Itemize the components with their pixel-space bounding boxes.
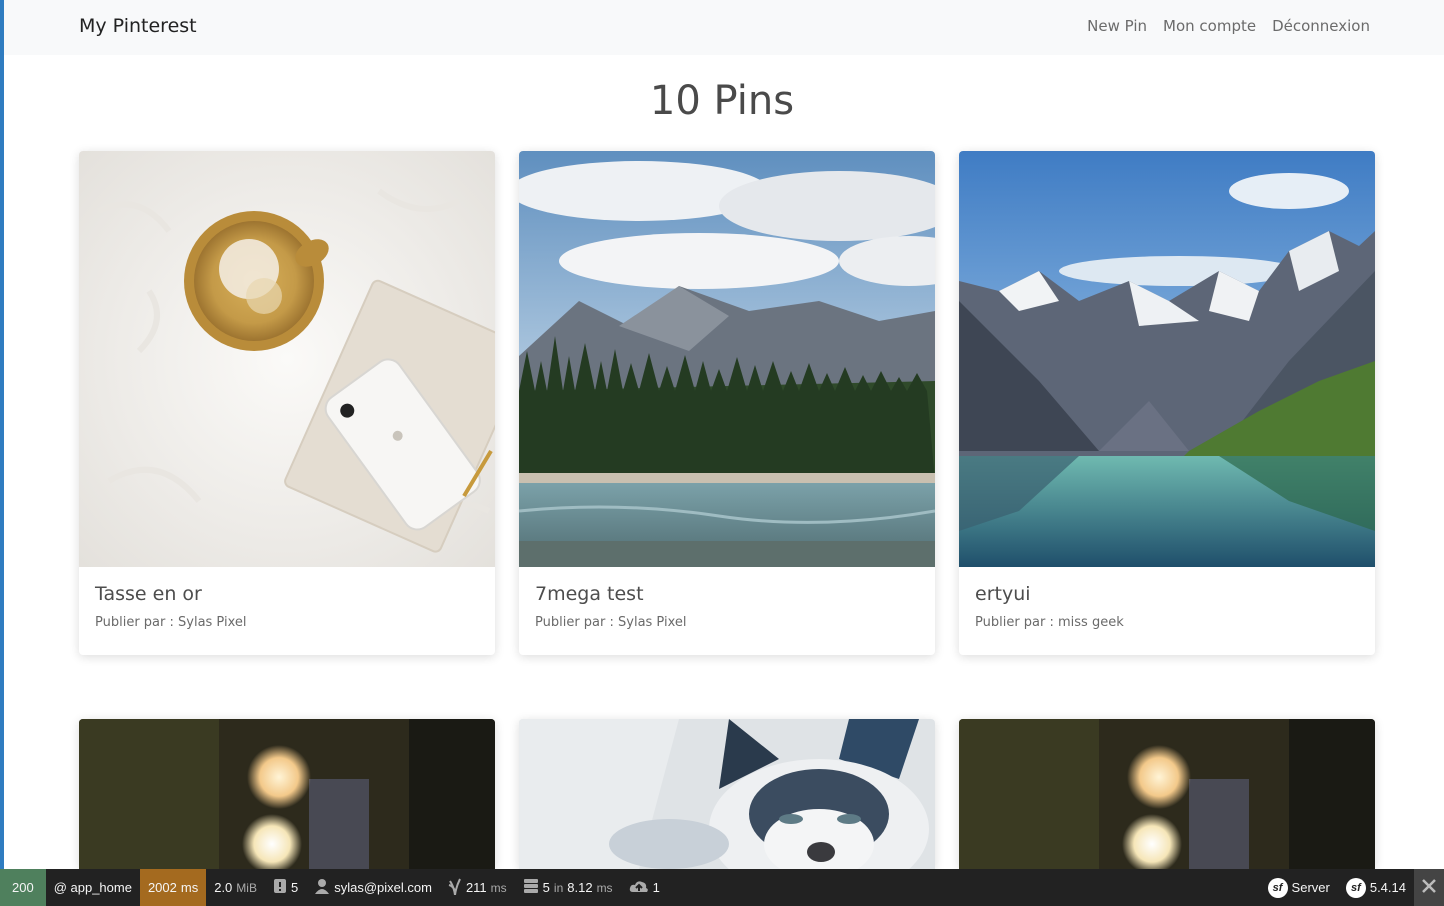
ajax-unit: ms — [490, 880, 507, 895]
close-icon — [1422, 879, 1436, 896]
user-email: sylas@pixel.com — [334, 880, 432, 895]
logs-icon — [273, 878, 287, 897]
pin-title[interactable]: Tasse en or — [95, 583, 479, 605]
memory-value: 2.0 — [214, 880, 233, 895]
route-name: @ app_home — [53, 880, 132, 895]
version-label: 5.4.14 — [1369, 880, 1406, 895]
pin-image-gold-cup[interactable] — [79, 151, 495, 567]
time-value: 2002 — [147, 880, 177, 895]
pin-author: Publier par : miss geek — [975, 615, 1124, 630]
ajax-value: 211 — [465, 880, 487, 895]
navbar: My Pinterest New Pin Mon compte Déconnex… — [4, 0, 1444, 55]
pin-card-body: 7mega test Publier par : Sylas Pixel — [519, 567, 935, 655]
route-info[interactable]: @ app_home — [46, 869, 140, 906]
memory-usage[interactable]: 2.0 MiB — [206, 869, 265, 906]
page-title: 10 Pins — [649, 78, 795, 124]
pin-card-body: Tasse en or Publier par : Sylas Pixel — [79, 567, 495, 655]
window-left-edge — [0, 0, 4, 906]
pin-card[interactable] — [79, 719, 495, 869]
symfony-logo-icon: sf — [1267, 877, 1288, 898]
debug-toolbar: 200 @ app_home 2002 ms 2.0 MiB 5 sylas@p… — [0, 869, 1444, 906]
toolbar-right: sf Server sf 5.4.14 — [1260, 869, 1444, 906]
nav-logout[interactable]: Déconnexion — [1272, 17, 1370, 35]
server-label: Server — [1291, 880, 1330, 895]
brand-logo[interactable]: My Pinterest — [79, 15, 197, 37]
twig-icon — [448, 877, 462, 898]
status-code-badge[interactable]: 200 — [0, 869, 46, 906]
pin-image-glacier-valley[interactable] — [959, 151, 1375, 567]
db-in: in — [553, 880, 564, 895]
database-panel[interactable]: 5 in 8.12 ms — [515, 869, 621, 906]
server-info[interactable]: sf Server — [1260, 869, 1338, 906]
cache-count: 1 — [652, 880, 660, 895]
nav-new-pin[interactable]: New Pin — [1087, 17, 1147, 35]
db-unit: ms — [596, 880, 613, 895]
pin-title[interactable]: ertyui — [975, 583, 1359, 605]
request-time[interactable]: 2002 ms — [139, 869, 207, 906]
nav-account[interactable]: Mon compte — [1163, 17, 1256, 35]
pin-card[interactable]: ertyui Publier par : miss geek — [959, 151, 1375, 655]
pin-image-bokeh[interactable] — [79, 719, 495, 869]
pin-title[interactable]: 7mega test — [535, 583, 919, 605]
pin-author: Publier par : Sylas Pixel — [535, 615, 687, 630]
pin-card[interactable] — [519, 719, 935, 869]
user-icon — [314, 878, 330, 897]
ajax-panel[interactable]: 211 ms — [440, 869, 515, 906]
memory-unit: MiB — [236, 880, 257, 895]
db-queries: 5 — [542, 880, 550, 895]
database-icon — [523, 878, 539, 897]
pin-image-cat[interactable] — [519, 719, 935, 869]
close-toolbar-button[interactable] — [1414, 869, 1444, 906]
pin-image-bokeh[interactable] — [959, 719, 1375, 869]
logs-count: 5 — [290, 880, 299, 895]
pin-author: Publier par : Sylas Pixel — [95, 615, 247, 630]
security-panel[interactable]: sylas@pixel.com — [306, 869, 440, 906]
status-code: 200 — [12, 880, 34, 895]
time-unit: ms — [180, 880, 199, 895]
symfony-logo-icon: sf — [1345, 877, 1366, 898]
pin-card[interactable]: 7mega test Publier par : Sylas Pixel — [519, 151, 935, 655]
pin-card-body: ertyui Publier par : miss geek — [959, 567, 1375, 655]
pin-card[interactable]: Tasse en or Publier par : Sylas Pixel — [79, 151, 495, 655]
pin-card[interactable] — [959, 719, 1375, 869]
cloud-upload-icon — [629, 879, 649, 896]
symfony-version[interactable]: sf 5.4.14 — [1338, 869, 1414, 906]
pin-image-mountain-lake[interactable] — [519, 151, 935, 567]
logs-panel[interactable]: 5 — [265, 869, 306, 906]
db-time: 8.12 — [567, 880, 593, 895]
cache-panel[interactable]: 1 — [621, 869, 668, 906]
nav-links: New Pin Mon compte Déconnexion — [1087, 17, 1370, 35]
